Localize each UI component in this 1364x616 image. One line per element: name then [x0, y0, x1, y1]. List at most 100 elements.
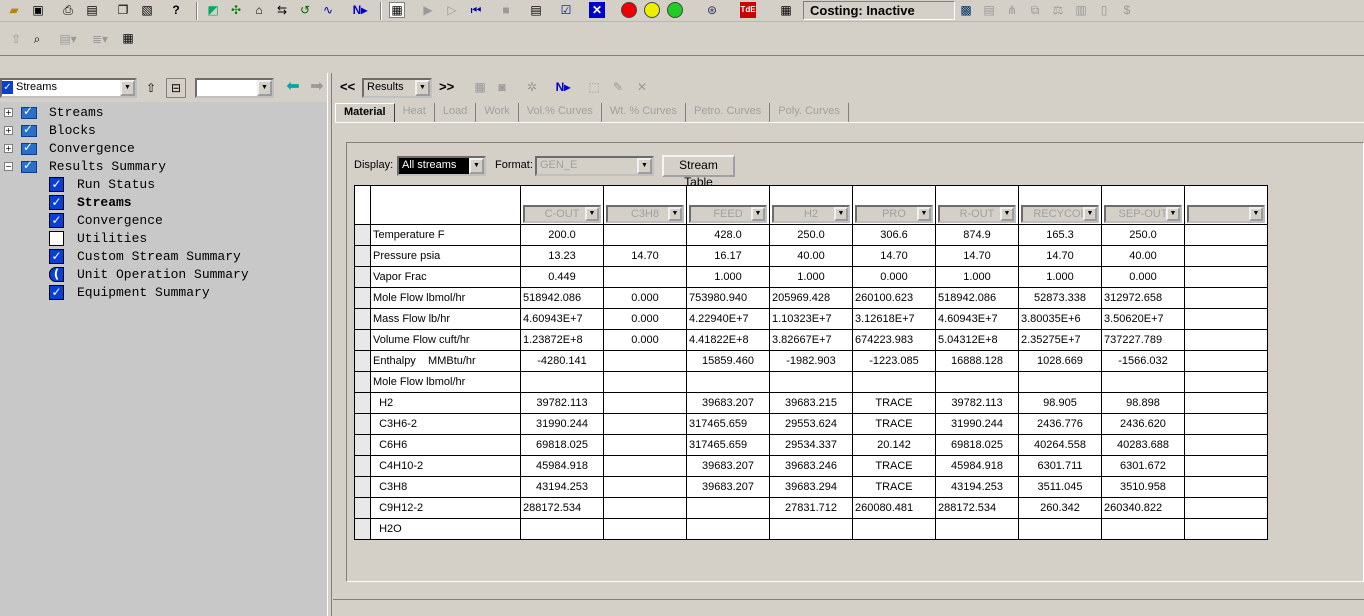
tilde-icon[interactable]: ∿: [320, 2, 336, 18]
cursor-icon[interactable]: ⬚: [586, 79, 602, 95]
results-select[interactable]: Results ▼: [362, 78, 432, 98]
table-cell[interactable]: 15859.460: [686, 350, 770, 372]
next-icon[interactable]: N▸: [350, 2, 370, 18]
table-cell[interactable]: [1184, 224, 1268, 246]
table-cell[interactable]: 3511.045: [1018, 476, 1102, 498]
rewind-icon[interactable]: ⏮: [468, 2, 484, 18]
table-cell[interactable]: 874.9: [935, 224, 1019, 246]
table-cell[interactable]: 98.898: [1101, 392, 1185, 414]
next-form-icon[interactable]: N▸: [553, 79, 573, 95]
table-cell[interactable]: [603, 350, 687, 372]
table-cell[interactable]: 5.04312E+8: [935, 329, 1019, 351]
tab-petro-curves[interactable]: Petro. Curves: [686, 103, 771, 122]
forward-arrow-icon[interactable]: ➡: [309, 79, 325, 95]
control-panel-icon[interactable]: ▤: [528, 2, 544, 18]
step-icon[interactable]: ▶: [420, 2, 436, 18]
row-header-cell[interactable]: [354, 434, 371, 456]
row-header-cell[interactable]: [354, 476, 371, 498]
delete-icon[interactable]: ✕: [634, 79, 650, 95]
chart-icon[interactable]: ▥: [1073, 2, 1089, 18]
tree-item-equipment-summary[interactable]: ✓ Equipment Summary: [49, 283, 210, 301]
table-cell[interactable]: 428.0: [686, 224, 770, 246]
table-cell[interactable]: 260080.481: [852, 497, 936, 519]
table-cell[interactable]: 40264.558: [1018, 434, 1102, 456]
data-browser-icon[interactable]: ▦: [389, 2, 405, 18]
row-header-cell[interactable]: [354, 392, 371, 414]
document-icon[interactable]: ▤: [981, 2, 997, 18]
table-cell[interactable]: 2.35275E+7: [1018, 329, 1102, 351]
chevron-down-icon[interactable]: ▼: [257, 80, 272, 96]
stream-select[interactable]: SEP-OUT ▼: [1104, 205, 1182, 223]
chevron-down-icon[interactable]: ▼: [1166, 207, 1180, 221]
zoom-icon[interactable]: ⌕: [29, 31, 45, 47]
row-header-cell[interactable]: [354, 371, 371, 393]
tab-vol-curves[interactable]: Vol.% Curves: [519, 103, 602, 122]
table-cell[interactable]: 3.80035E+6: [1018, 308, 1102, 330]
expand-icon[interactable]: +: [4, 107, 13, 117]
table-cell[interactable]: [1184, 434, 1268, 456]
stream-select[interactable]: R-OUT ▼: [938, 205, 1016, 223]
table-cell[interactable]: 43194.253: [520, 476, 604, 498]
model-library-icon[interactable]: ⊛: [704, 2, 720, 18]
stream-select[interactable]: C-OUT ▼: [523, 205, 601, 223]
table-cell[interactable]: [852, 518, 936, 540]
table-cell[interactable]: 1.000: [935, 266, 1019, 288]
table-cell[interactable]: 306.6: [852, 224, 936, 246]
row-header-cell[interactable]: [354, 224, 371, 246]
table-cell[interactable]: 317465.659: [686, 434, 770, 456]
table-cell[interactable]: 737227.789: [1101, 329, 1185, 351]
table-cell[interactable]: 52873.338: [1018, 287, 1102, 309]
tree-item-run-status[interactable]: ✓ Run Status: [49, 175, 155, 193]
table-cell[interactable]: 45984.918: [520, 455, 604, 477]
expand-icon[interactable]: +: [4, 143, 13, 153]
row-header-cell[interactable]: [354, 329, 371, 351]
house-icon[interactable]: ⌂: [251, 2, 267, 18]
table-cell[interactable]: [1101, 371, 1185, 393]
table-cell[interactable]: 250.0: [769, 224, 853, 246]
table-cell[interactable]: 29534.337: [769, 434, 853, 456]
table-cell[interactable]: -1223.085: [852, 350, 936, 372]
balance-icon[interactable]: ⚖: [1050, 2, 1066, 18]
row-header-cell[interactable]: [354, 350, 371, 372]
stream-select[interactable]: PRO ▼: [855, 205, 933, 223]
tree-icon[interactable]: ⋔: [1004, 2, 1020, 18]
folder-up-icon[interactable]: ⇧: [143, 80, 159, 96]
table-cell[interactable]: 200.0: [520, 224, 604, 246]
keyboard-icon[interactable]: ▦: [120, 30, 136, 46]
table-cell[interactable]: [769, 518, 853, 540]
flowsheet-icon[interactable]: ◩: [205, 2, 221, 18]
table-cell[interactable]: TRACE: [852, 455, 936, 477]
table-cell[interactable]: 16888.128: [935, 350, 1019, 372]
table-cell[interactable]: 260.342: [1018, 497, 1102, 519]
reconnect-icon[interactable]: ⇆: [274, 2, 290, 18]
table-cell[interactable]: 20.142: [852, 434, 936, 456]
table-cell[interactable]: 1.000: [686, 266, 770, 288]
paste-icon[interactable]: ▧: [139, 2, 155, 18]
section-select[interactable]: ✓ Streams ▼: [0, 78, 137, 98]
table-cell[interactable]: [603, 266, 687, 288]
collapse-icon[interactable]: −: [4, 161, 13, 171]
tab-material[interactable]: Material: [335, 103, 395, 122]
table-cell[interactable]: 14.70: [935, 245, 1019, 267]
tree-item-custom-stream-summary[interactable]: ✓ Custom Stream Summary: [49, 247, 241, 265]
table-icon[interactable]: ▦: [472, 79, 488, 95]
table-cell[interactable]: -1982.903: [769, 350, 853, 372]
table-cell[interactable]: 4.41822E+8: [686, 329, 770, 351]
table-cell[interactable]: 288172.534: [935, 497, 1019, 519]
back-arrow-icon[interactable]: ⬅: [285, 79, 301, 95]
table-cell[interactable]: 4.60943E+7: [520, 308, 604, 330]
table-cell[interactable]: 16.17: [686, 245, 770, 267]
table-cell[interactable]: [1184, 287, 1268, 309]
display-select[interactable]: All streams ▼: [397, 156, 486, 176]
table-cell[interactable]: 6301.711: [1018, 455, 1102, 477]
table-cell[interactable]: -4280.141: [520, 350, 604, 372]
table-cell[interactable]: [1184, 245, 1268, 267]
table-cell[interactable]: [603, 224, 687, 246]
row-header-cell[interactable]: [354, 518, 371, 540]
table-cell[interactable]: [1184, 455, 1268, 477]
chevron-down-icon[interactable]: ▼: [751, 207, 765, 221]
pencil-icon[interactable]: ✎: [610, 79, 626, 95]
table-cell[interactable]: 6301.672: [1101, 455, 1185, 477]
table-cell[interactable]: 674223.983: [852, 329, 936, 351]
open-icon[interactable]: ▰: [6, 2, 22, 18]
